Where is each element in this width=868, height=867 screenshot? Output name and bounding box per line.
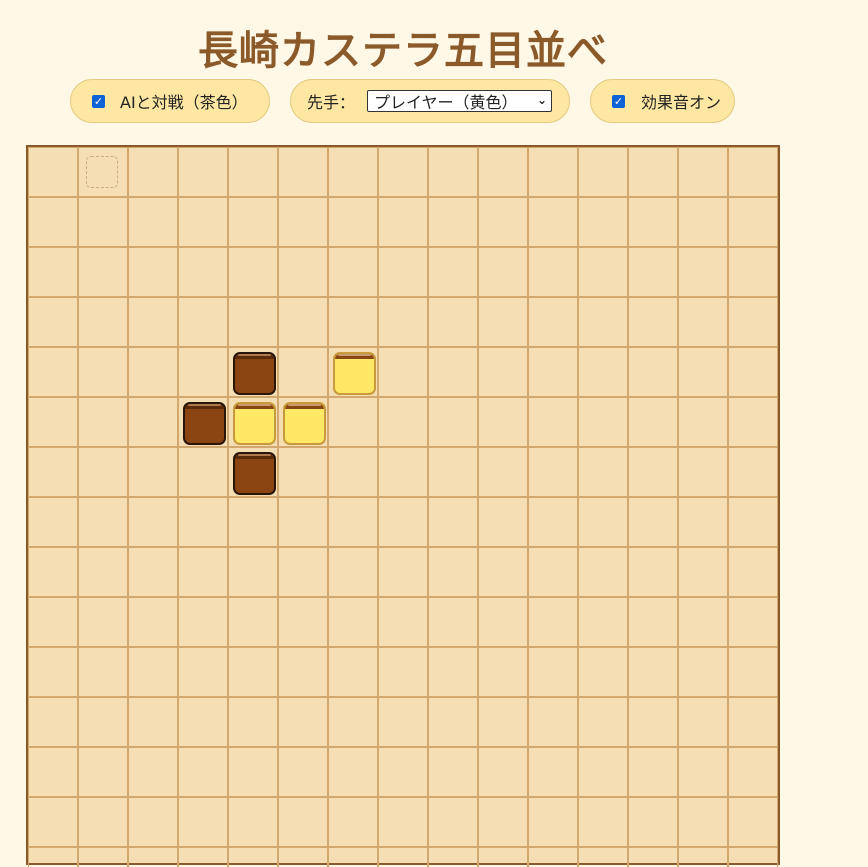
first-player-selected-value: プレイヤー（黄色） [374, 93, 518, 112]
hover-cell-indicator [86, 156, 118, 188]
sound-label: 効果音オン [641, 93, 722, 112]
first-player-select[interactable]: プレイヤー（黄色） ⌄ [367, 90, 553, 112]
sound-toggle[interactable]: ✓ 効果音オン [590, 79, 735, 123]
first-player-label: 先手： [307, 93, 356, 112]
ai-mode-checkbox[interactable]: ✓ [92, 94, 105, 108]
brown-castella-piece [232, 451, 276, 495]
sound-checkbox[interactable]: ✓ [612, 94, 625, 108]
chevron-down-icon: ⌄ [536, 93, 548, 107]
brown-castella-piece [182, 401, 226, 445]
yellow-castella-piece [232, 401, 276, 445]
game-board[interactable] [26, 145, 780, 867]
yellow-castella-piece [332, 351, 376, 395]
yellow-castella-piece [282, 401, 326, 445]
ai-mode-toggle[interactable]: ✓ AIと対戦（茶色） [70, 79, 270, 123]
board-grid[interactable] [28, 147, 778, 867]
first-player-control: 先手： プレイヤー（黄色） ⌄ [290, 79, 570, 123]
ai-mode-label: AIと対戦（茶色） [120, 93, 248, 112]
brown-castella-piece [232, 351, 276, 395]
game-title: 長崎カステラ五目並べ [198, 28, 608, 74]
